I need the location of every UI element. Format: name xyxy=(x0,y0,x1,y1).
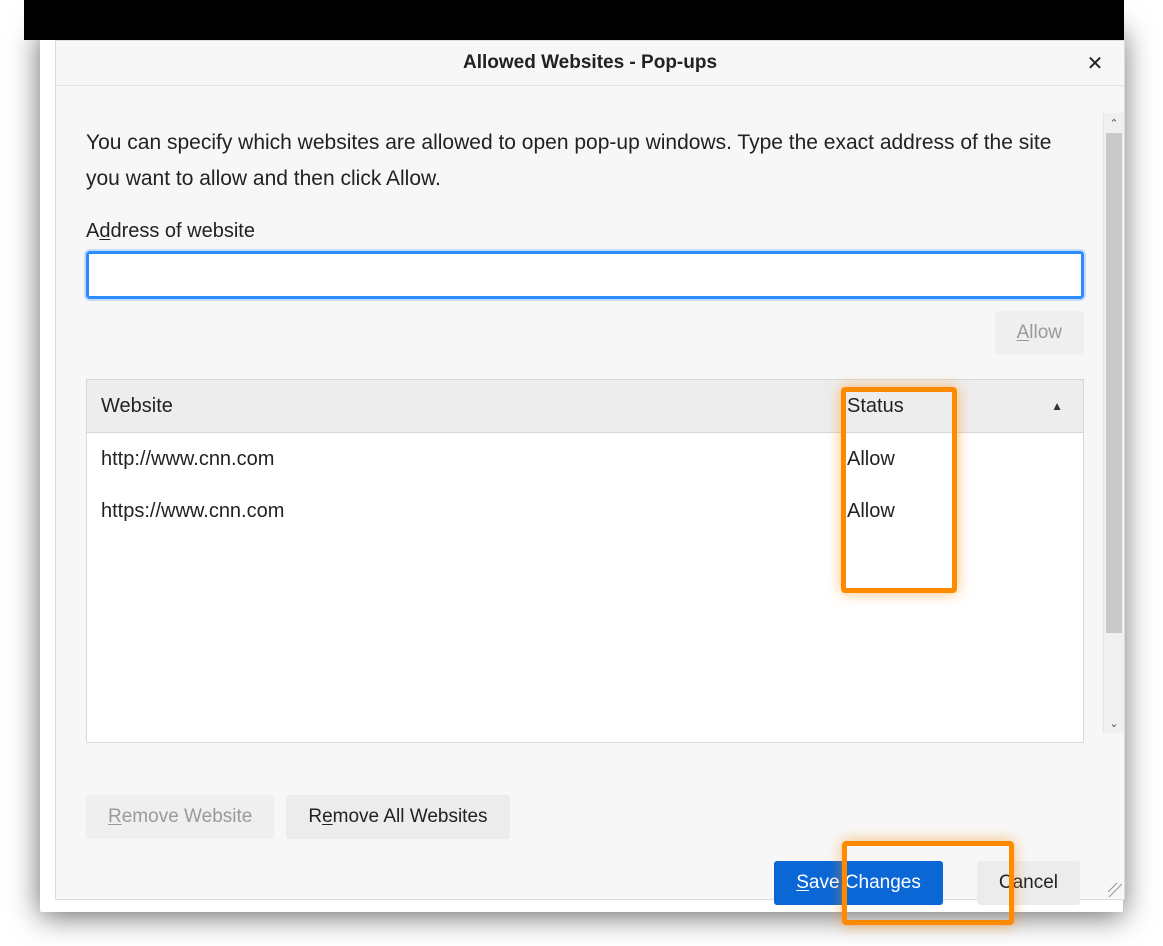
remove-all-websites-button[interactable]: Remove All Websites xyxy=(286,795,509,839)
popup-exceptions-dialog: Allowed Websites - Pop-ups ✕ ⌃ ⌄ You can… xyxy=(55,40,1125,900)
instructions-text: You can specify which websites are allow… xyxy=(86,125,1084,196)
resize-grip-icon[interactable] xyxy=(1108,883,1122,897)
column-website[interactable]: Website xyxy=(87,395,829,418)
address-input[interactable] xyxy=(89,254,1081,296)
remove-website-button[interactable]: Remove Website xyxy=(86,795,274,839)
address-label: Address of website xyxy=(86,220,1084,243)
save-changes-button[interactable]: Save Changes xyxy=(774,861,943,905)
table-header[interactable]: Website Status ▲ xyxy=(87,380,1083,433)
scroll-down-icon[interactable]: ⌄ xyxy=(1104,713,1124,733)
cell-website: https://www.cnn.com xyxy=(87,500,829,523)
cell-website: http://www.cnn.com xyxy=(87,448,829,471)
dialog-titlebar: Allowed Websites - Pop-ups ✕ xyxy=(56,41,1124,86)
allow-button[interactable]: Allow xyxy=(995,311,1084,355)
cancel-button[interactable]: Cancel xyxy=(977,861,1080,905)
table-row[interactable]: http://www.cnn.com Allow xyxy=(87,433,1083,485)
sort-ascending-icon: ▲ xyxy=(1051,399,1063,413)
exceptions-table: Website Status ▲ http://www.cnn.com Allo… xyxy=(86,379,1084,743)
close-button[interactable]: ✕ xyxy=(1072,41,1118,85)
address-input-wrap xyxy=(86,251,1084,299)
cell-status: Allow xyxy=(829,448,1083,471)
body-scrollbar[interactable]: ⌃ ⌄ xyxy=(1103,113,1124,733)
scroll-up-icon[interactable]: ⌃ xyxy=(1104,113,1124,133)
column-status[interactable]: Status ▲ xyxy=(829,395,1083,418)
close-icon: ✕ xyxy=(1087,51,1104,76)
table-row[interactable]: https://www.cnn.com Allow xyxy=(87,485,1083,537)
dialog-title: Allowed Websites - Pop-ups xyxy=(463,52,717,74)
scrollbar-thumb[interactable] xyxy=(1106,133,1122,633)
cell-status: Allow xyxy=(829,500,1083,523)
